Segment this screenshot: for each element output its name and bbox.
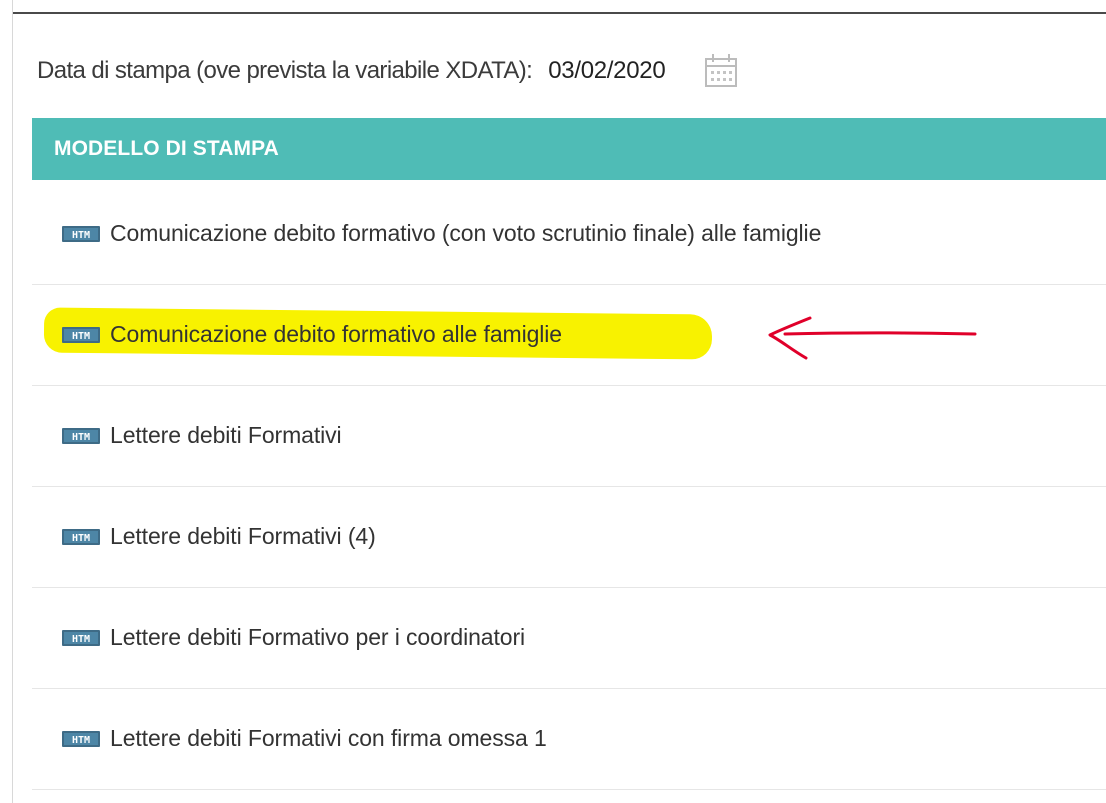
svg-text:HTM: HTM bbox=[72, 634, 90, 645]
svg-text:HTM: HTM bbox=[72, 533, 90, 544]
htm-file-icon: HTM bbox=[62, 225, 100, 242]
list-item[interactable]: HTM Lettere debiti Formativi (4) bbox=[32, 486, 1106, 588]
list-item-label: Comunicazione debito formativo (con voto… bbox=[110, 220, 822, 246]
print-date-row: Data di stampa (ove prevista la variabil… bbox=[37, 48, 741, 94]
svg-text:HTM: HTM bbox=[72, 432, 90, 443]
list-item[interactable]: HTM Lettere debiti Formativo per i coord… bbox=[32, 587, 1106, 689]
list-item-label: Comunicazione debito formativo alle fami… bbox=[110, 321, 562, 347]
top-border bbox=[0, 0, 1106, 14]
list-item-label: Lettere debiti Formativi con firma omess… bbox=[110, 725, 547, 751]
table-header: MODELLO DI STAMPA bbox=[32, 118, 1106, 180]
htm-file-icon: HTM bbox=[62, 326, 100, 343]
list-item[interactable]: HTM Lettere debiti Formativi bbox=[32, 385, 1106, 487]
print-date-label: Data di stampa (ove prevista la variabil… bbox=[37, 57, 533, 84]
htm-file-icon: HTM bbox=[62, 629, 100, 646]
htm-file-icon: HTM bbox=[62, 427, 100, 444]
calendar-icon[interactable] bbox=[701, 51, 741, 91]
left-border bbox=[0, 0, 13, 803]
htm-file-icon: HTM bbox=[62, 730, 100, 747]
htm-file-icon: HTM bbox=[62, 528, 100, 545]
red-arrow-annotation bbox=[768, 316, 977, 360]
print-date-value[interactable]: 03/02/2020 bbox=[548, 57, 665, 85]
svg-text:HTM: HTM bbox=[72, 331, 90, 342]
list-item-label: Lettere debiti Formativi (4) bbox=[110, 523, 376, 549]
list-item[interactable]: HTM Lettere debiti Formativi con firma o… bbox=[32, 688, 1106, 790]
table-header-label: MODELLO DI STAMPA bbox=[54, 137, 279, 160]
svg-text:HTM: HTM bbox=[72, 735, 90, 746]
svg-text:HTM: HTM bbox=[72, 230, 90, 241]
list-item[interactable]: HTM Comunicazione debito formativo (con … bbox=[32, 183, 1106, 285]
list-item-label: Lettere debiti Formativo per i coordinat… bbox=[110, 624, 526, 650]
list-item-label: Lettere debiti Formativi bbox=[110, 422, 342, 448]
